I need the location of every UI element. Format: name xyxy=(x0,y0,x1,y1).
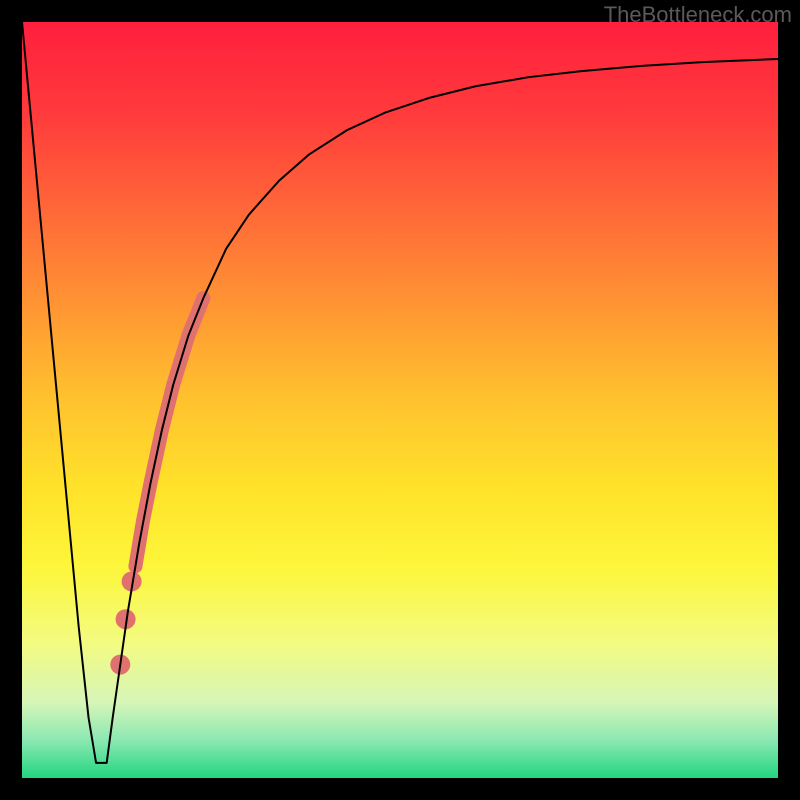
gradient-background xyxy=(22,22,778,778)
chart-frame: TheBottleneck.com xyxy=(0,0,800,800)
bottleneck-chart xyxy=(22,22,778,778)
plot-area xyxy=(22,22,778,778)
watermark-text: TheBottleneck.com xyxy=(604,2,792,28)
